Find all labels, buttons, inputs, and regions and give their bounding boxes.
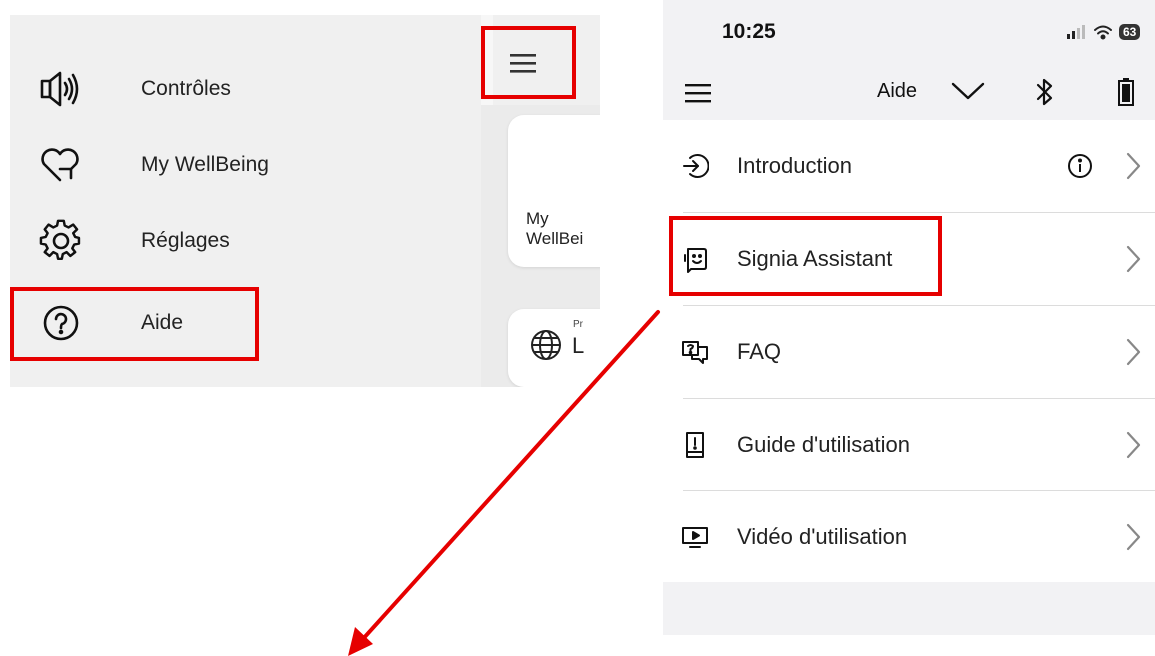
bluetooth-icon[interactable] [1035, 77, 1055, 107]
heart-arrow-icon [38, 142, 84, 188]
menu-label-my-wellbeing: My WellBeing [141, 153, 269, 176]
speaker-icon [38, 66, 84, 112]
menu-item-reglages[interactable]: Réglages [10, 211, 460, 271]
list-item-video[interactable]: Vidéo d'utilisation [663, 491, 1155, 583]
program-card-caption: Pr [573, 319, 583, 330]
gear-icon [38, 218, 84, 264]
app-side-menu: Contrôles My WellBeing Réglages Aide My … [10, 15, 600, 387]
chevron-right-icon [1126, 523, 1141, 551]
phone-help-screen: 10:25 63 Aide Introduction Signia Assist… [663, 0, 1155, 635]
list-item-label: Introduction [737, 153, 852, 178]
help-circle-icon [38, 300, 84, 346]
assistant-face-icon [684, 248, 707, 273]
login-arrow-icon [683, 154, 709, 178]
list-item-label: Vidéo d'utilisation [737, 524, 908, 549]
cell-signal-icon [1067, 25, 1085, 39]
program-card[interactable]: Pr L [508, 309, 600, 387]
menu-item-my-wellbeing[interactable]: My WellBeing [10, 135, 460, 195]
list-item-signia-assistant[interactable]: Signia Assistant [663, 213, 1155, 305]
chevron-right-icon [1126, 245, 1141, 273]
hamburger-menu-icon[interactable] [508, 51, 544, 77]
help-list: Introduction Signia Assistant FAQ Guide … [663, 120, 1155, 582]
info-icon[interactable] [1067, 153, 1093, 179]
hamburger-menu-icon[interactable] [685, 82, 713, 104]
menu-label-reglages: Réglages [141, 229, 230, 252]
list-item-label: Signia Assistant [737, 246, 893, 271]
wifi-icon [1094, 25, 1112, 39]
menu-label-aide: Aide [141, 311, 184, 334]
status-time: 10:25 [722, 20, 776, 43]
program-card-value: L [572, 333, 585, 358]
faq-chat-icon [682, 341, 708, 364]
wellbeing-card[interactable]: My WellBei [508, 115, 600, 267]
menu-label-controles: Contrôles [141, 77, 231, 100]
list-item-faq[interactable]: FAQ [663, 306, 1155, 398]
list-item-guide[interactable]: Guide d'utilisation [663, 399, 1155, 491]
help-top-bar: Aide [663, 70, 1155, 118]
video-screen-icon [682, 527, 708, 548]
list-item-label: FAQ [737, 339, 782, 364]
chevron-right-icon [1126, 152, 1141, 180]
chevron-down-icon[interactable] [950, 80, 986, 102]
list-item-label: Guide d'utilisation [737, 432, 910, 457]
chevron-right-icon [1126, 431, 1141, 459]
page-title: Aide [877, 80, 918, 102]
list-item-introduction[interactable]: Introduction [663, 120, 1155, 212]
menu-item-aide[interactable]: Aide [10, 293, 460, 353]
status-icons: 63 [1067, 22, 1141, 42]
globe-icon [531, 330, 561, 360]
battery-level-badge: 63 [1119, 24, 1141, 40]
chevron-right-icon [1126, 338, 1141, 366]
wellbeing-card-title: My WellBei [526, 209, 584, 248]
battery-icon[interactable] [1118, 78, 1134, 106]
menu-item-controles[interactable]: Contrôles [10, 59, 460, 119]
manual-book-icon [686, 432, 704, 458]
